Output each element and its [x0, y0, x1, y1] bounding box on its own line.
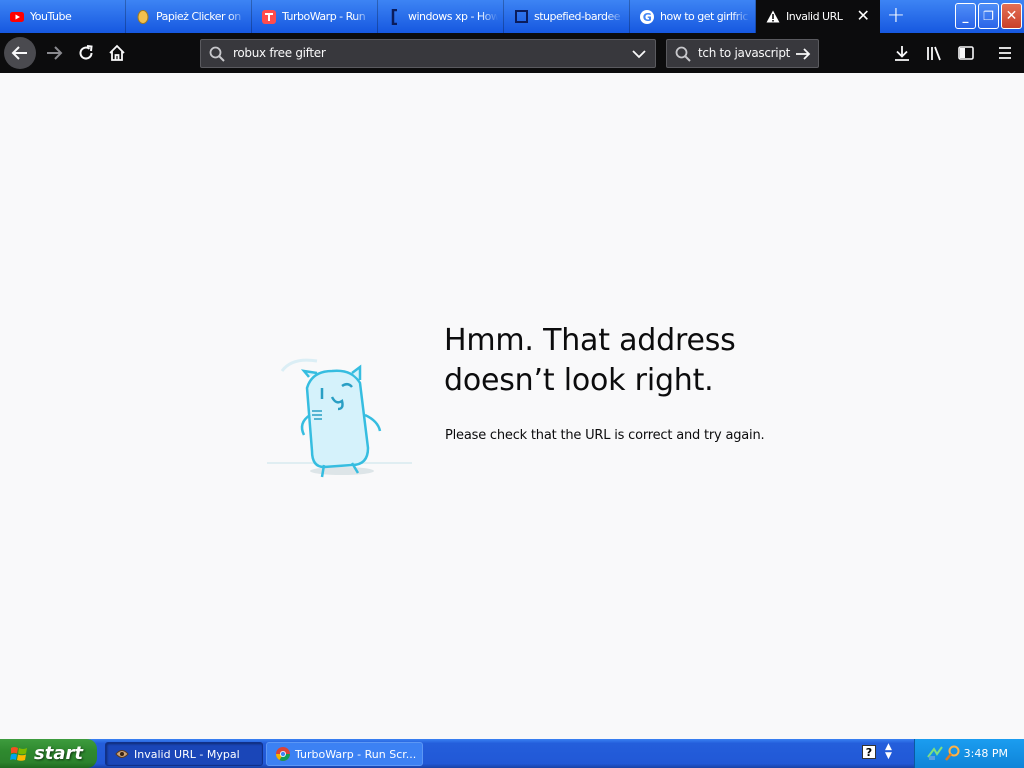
bracket-icon	[388, 8, 402, 25]
chrome-icon	[276, 747, 290, 761]
start-label: start	[34, 743, 83, 764]
back-button[interactable]	[4, 37, 36, 69]
reload-button[interactable]	[70, 37, 102, 69]
chevron-down-icon[interactable]	[631, 46, 647, 62]
system-tray: 3:48 PM	[914, 739, 1024, 768]
window-close-button[interactable]: ✕	[1001, 3, 1022, 29]
tab-papiez-clicker[interactable]: Papież Clicker on	[126, 0, 252, 33]
downloads-button[interactable]	[886, 37, 918, 69]
taskbar-item-turbowarp[interactable]: TurboWarp - Run Scr...	[266, 742, 423, 766]
square-icon	[514, 10, 528, 24]
taskbar-item-label: Invalid URL - Mypal	[134, 747, 240, 761]
windows-logo-icon	[10, 746, 27, 761]
menu-button[interactable]	[989, 37, 1021, 69]
search-tray-icon[interactable]	[945, 745, 961, 761]
reload-icon	[79, 45, 93, 60]
taskbar-item-mypal[interactable]: Invalid URL - Mypal	[105, 742, 263, 766]
forward-arrow-icon	[47, 46, 63, 60]
library-icon	[927, 46, 941, 61]
back-arrow-icon	[11, 46, 27, 60]
confused-creature-illustration	[267, 358, 412, 478]
papiez-icon	[136, 9, 150, 24]
tab-label: TurboWarp - Run	[282, 10, 366, 23]
window-controls: _ ❐ ✕	[955, 3, 1022, 29]
url-input-value[interactable]: robux free gifter	[233, 46, 326, 60]
hamburger-menu-icon	[999, 47, 1011, 59]
sidebar-button[interactable]	[950, 37, 982, 69]
clock: 3:48 PM	[963, 747, 1008, 760]
close-tab-icon[interactable]: ✕	[856, 8, 870, 24]
warning-icon	[766, 10, 780, 24]
search-icon	[675, 46, 691, 62]
error-title-line2: doesn’t look right.	[444, 363, 714, 398]
download-icon	[895, 46, 909, 61]
error-description: Please check that the URL is correct and…	[445, 428, 765, 443]
turbowarp-icon	[262, 9, 276, 24]
minimize-button[interactable]: _	[955, 3, 976, 29]
tab-google-search[interactable]: G how to get girlfric	[630, 0, 756, 33]
mypal-icon	[115, 750, 129, 758]
error-page: Hmm. That address doesn’t look right. Pl…	[0, 73, 1024, 739]
youtube-icon	[10, 10, 24, 24]
start-button[interactable]: start	[0, 739, 97, 768]
forward-button[interactable]	[38, 37, 70, 69]
tab-label: YouTube	[30, 10, 72, 23]
home-button[interactable]	[101, 37, 133, 69]
error-title: Hmm. That address doesn’t look right.	[444, 321, 736, 401]
tab-label: windows xp - How	[408, 10, 498, 23]
tab-windows-xp[interactable]: windows xp - How	[378, 0, 504, 33]
tab-label: stupefied-bardee	[534, 10, 620, 23]
help-icon[interactable]: ?	[862, 745, 876, 759]
tab-strip: YouTube Papież Clicker on TurboWarp - Ru…	[0, 0, 1024, 33]
navigation-toolbar: robux free gifter tch to javascript	[0, 33, 1024, 73]
tab-invalid-url[interactable]: Invalid URL ✕	[756, 0, 880, 33]
tab-label: Papież Clicker on	[156, 10, 241, 23]
url-bar[interactable]: robux free gifter	[200, 39, 656, 68]
tab-youtube[interactable]: YouTube	[0, 0, 126, 33]
taskbar-item-label: TurboWarp - Run Scr...	[295, 747, 417, 761]
search-go-arrow-icon[interactable]	[794, 45, 812, 63]
library-button[interactable]	[918, 37, 950, 69]
google-icon: G	[640, 9, 654, 24]
windows-taskbar: start Invalid URL - Mypal TurboWarp - Ru…	[0, 739, 1024, 768]
restore-button[interactable]: ❐	[978, 3, 999, 29]
sidebar-icon	[958, 46, 974, 60]
tray-expand-icon[interactable]: ▲ ▼	[885, 743, 892, 761]
search-icon	[209, 46, 225, 62]
tab-turbowarp[interactable]: TurboWarp - Run	[252, 0, 378, 33]
tab-stupefied-bardeen[interactable]: stupefied-bardee	[504, 0, 630, 33]
new-tab-button[interactable]: +	[880, 0, 912, 33]
svg-text:G: G	[643, 11, 652, 24]
error-title-line1: Hmm. That address	[444, 323, 736, 358]
home-icon	[109, 44, 125, 61]
tab-label: how to get girlfric	[660, 10, 748, 23]
network-icon[interactable]	[927, 745, 943, 761]
tab-label: Invalid URL	[786, 10, 843, 23]
search-input-value[interactable]: tch to javascript	[698, 46, 790, 60]
search-bar[interactable]: tch to javascript	[666, 39, 819, 68]
